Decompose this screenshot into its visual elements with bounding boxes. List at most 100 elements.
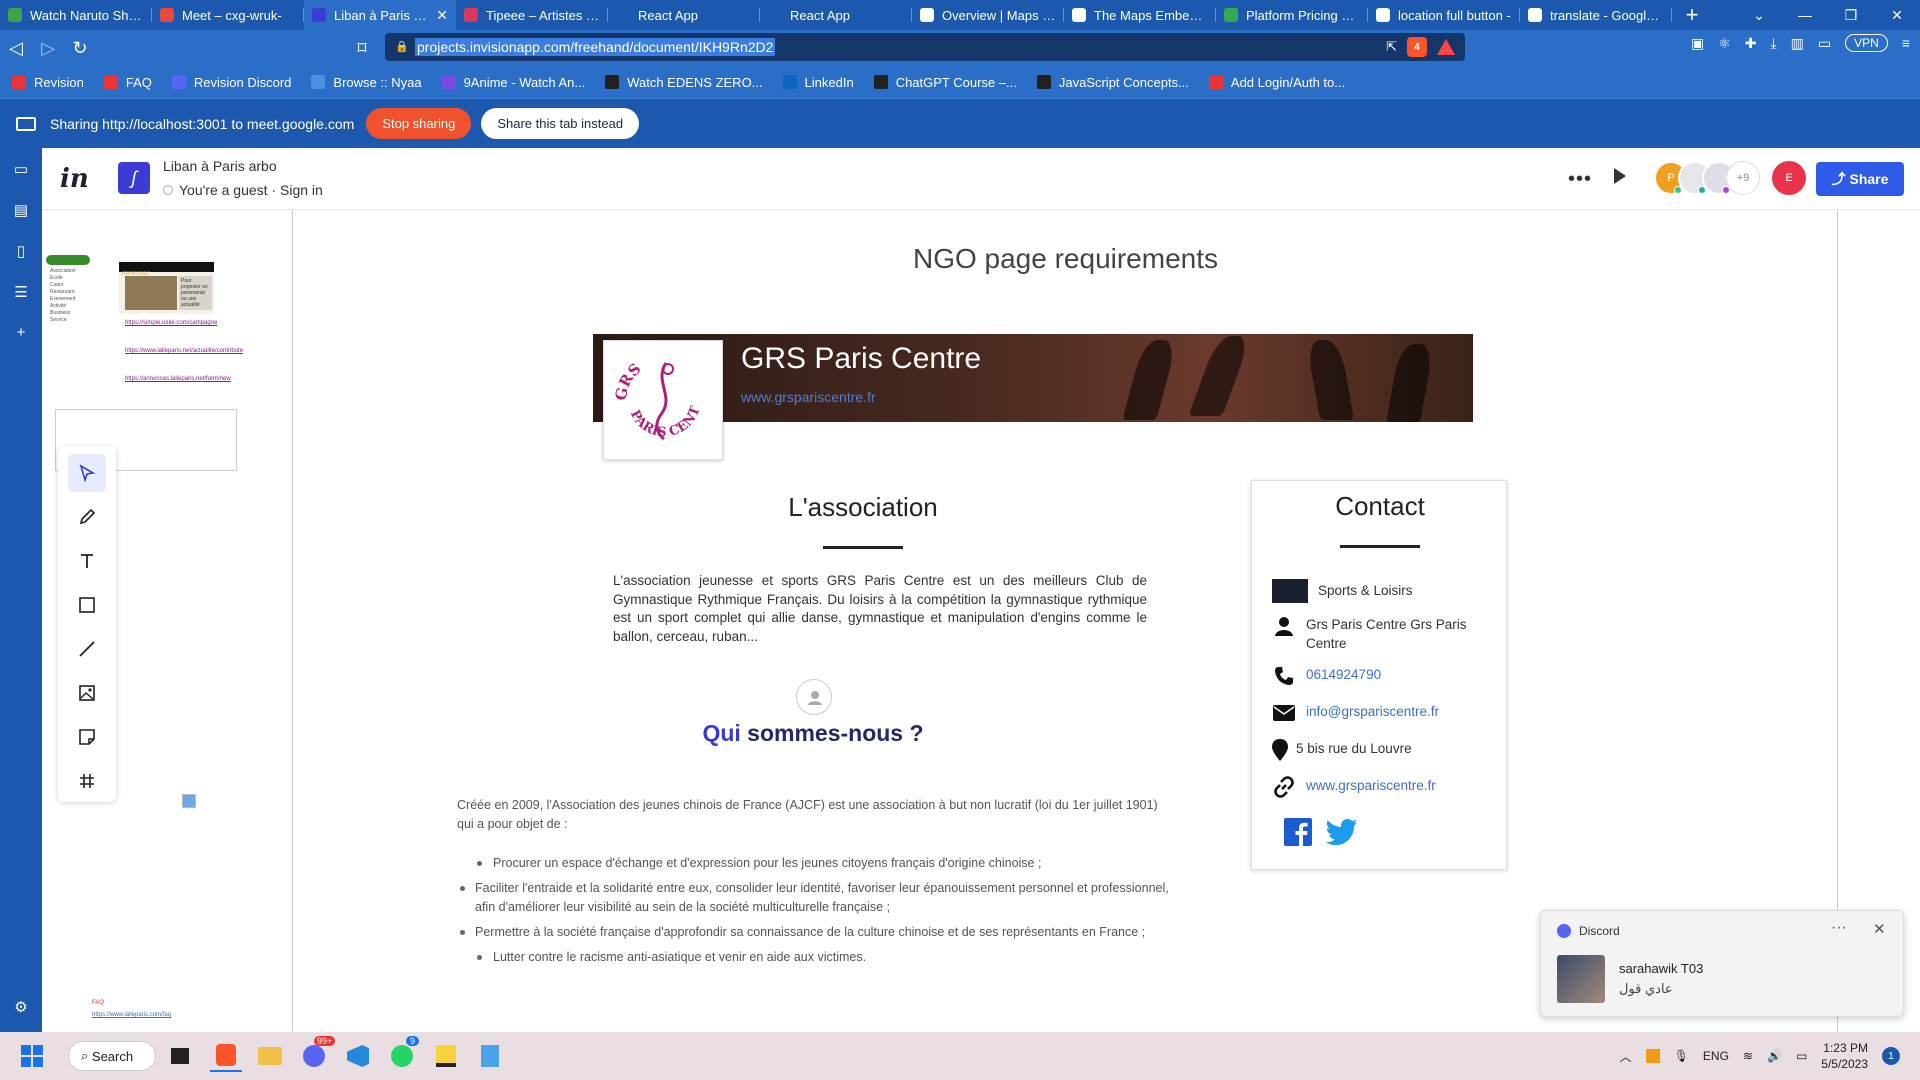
- tab-icon[interactable]: ▭: [1818, 35, 1831, 52]
- brave-icon[interactable]: [210, 1040, 242, 1072]
- wallet-icon[interactable]: ▣: [1691, 35, 1704, 52]
- bookmark-item[interactable]: Revision Discord: [171, 75, 291, 90]
- text-tool[interactable]: [68, 542, 106, 580]
- bookmark-item[interactable]: Watch EDENS ZERO...: [605, 75, 763, 90]
- facebook-icon[interactable]: [1284, 818, 1312, 846]
- more-icon[interactable]: ···: [1831, 919, 1847, 937]
- wallet-icon[interactable]: ▤: [12, 201, 30, 219]
- contact-email[interactable]: info@grspariscentre.fr: [1272, 702, 1439, 724]
- browser-tab[interactable]: Platform Pricing & AP: [1216, 0, 1368, 30]
- sticky-notes-icon[interactable]: [430, 1040, 462, 1072]
- url-text[interactable]: projects.invisionapp.com/freehand/docume…: [415, 38, 776, 56]
- bookmark-icon[interactable]: ⌑: [346, 32, 378, 64]
- close-icon[interactable]: ✕: [1873, 920, 1886, 938]
- browser-tab[interactable]: Overview | Maps Sta: [912, 0, 1064, 30]
- whatsapp-icon[interactable]: 9: [386, 1036, 420, 1072]
- mini-link[interactable]: https://annonces.lalleparis.net/form/new: [125, 376, 231, 382]
- settings-icon[interactable]: ⚙: [12, 998, 30, 1016]
- bookmark-list-icon[interactable]: ▯: [12, 242, 30, 260]
- extensions-icon[interactable]: ✚: [1745, 35, 1757, 52]
- more-avatars-badge[interactable]: +9: [1726, 161, 1760, 195]
- freehand-canvas[interactable]: Association Ecole Cours Restaurant Evenement…: [42, 210, 1920, 1032]
- tray-app-icon[interactable]: [1645, 1049, 1660, 1063]
- microphone-icon[interactable]: 🎙: [1674, 1049, 1689, 1063]
- bookmark-item[interactable]: 9Anime - Watch An...: [441, 75, 585, 90]
- file-explorer-icon[interactable]: [254, 1040, 286, 1072]
- reading-list-icon[interactable]: ☰: [12, 283, 30, 301]
- vscode-icon[interactable]: [342, 1040, 374, 1072]
- vpn-button[interactable]: VPN: [1845, 34, 1888, 52]
- battery-icon[interactable]: ▭: [1796, 1049, 1807, 1063]
- volume-icon[interactable]: 🔊: [1767, 1049, 1782, 1063]
- collaborator-avatars[interactable]: P +9: [1654, 161, 1760, 195]
- address-bar[interactable]: 🔒 projects.invisionapp.com/freehand/docu…: [385, 33, 1465, 61]
- notification-badge[interactable]: 1: [1882, 1047, 1900, 1065]
- website-link[interactable]: www.grspariscentre.fr: [1306, 776, 1436, 795]
- maximize-icon[interactable]: ❐: [1828, 0, 1874, 30]
- new-tab-icon[interactable]: +: [1672, 0, 1712, 30]
- sticky-note-tool[interactable]: [68, 718, 106, 756]
- brave-shields-icon[interactable]: 4: [1407, 37, 1427, 57]
- present-icon[interactable]: [1614, 168, 1626, 184]
- browser-tab[interactable]: The Maps Embed API: [1064, 0, 1216, 30]
- share-button[interactable]: ⤴ Share: [1816, 162, 1904, 196]
- bookmark-item[interactable]: Revision: [12, 75, 84, 90]
- browser-tab[interactable]: Meet – cxg-wruk-: [152, 0, 304, 30]
- browser-tab[interactable]: Tipeee – Artistes & C: [456, 0, 608, 30]
- line-tool[interactable]: [68, 630, 106, 668]
- contact-phone[interactable]: 0614924790: [1272, 665, 1381, 687]
- close-tab-icon[interactable]: ✕: [436, 7, 448, 24]
- browser-tab[interactable]: location full button -: [1368, 0, 1520, 30]
- close-window-icon[interactable]: ✕: [1874, 0, 1920, 30]
- hero-url[interactable]: www.grspariscentre.fr: [741, 389, 876, 405]
- brave-rewards-icon[interactable]: [1437, 39, 1455, 55]
- share-page-icon[interactable]: ⇱: [1386, 39, 1397, 55]
- browser-tab[interactable]: React App: [760, 0, 912, 30]
- bookmark-item[interactable]: LinkedIn: [782, 75, 854, 90]
- bookmark-item[interactable]: FAQ: [103, 75, 152, 90]
- bookmark-item[interactable]: JavaScript Concepts...: [1036, 75, 1189, 90]
- contact-website[interactable]: www.grspariscentre.fr: [1272, 776, 1436, 798]
- chevron-up-icon[interactable]: ︿: [1620, 1048, 1632, 1065]
- menu-icon[interactable]: ≡: [1902, 35, 1910, 51]
- reload-icon[interactable]: ↻: [64, 32, 96, 64]
- bookmark-item[interactable]: ChatGPT Course –...: [873, 75, 1017, 90]
- sidebar-icon[interactable]: ▥: [1791, 35, 1804, 52]
- guest-status[interactable]: You're a guest · Sign in: [163, 182, 323, 198]
- clock[interactable]: 1:23 PM 5/5/2023: [1821, 1040, 1868, 1072]
- mini-faq-link[interactable]: https://www.lalleparis.com/faq: [92, 1012, 171, 1018]
- discord-taskbar-icon[interactable]: 99+: [298, 1036, 336, 1072]
- phone-link[interactable]: 0614924790: [1306, 665, 1381, 684]
- browser-tab[interactable]: Watch Naruto Shippu: [0, 0, 152, 30]
- invision-logo[interactable]: in: [60, 164, 89, 194]
- rectangle-tool[interactable]: [68, 586, 106, 624]
- react-devtools-icon[interactable]: ⚛: [1718, 35, 1731, 52]
- avatar[interactable]: E: [1772, 161, 1806, 195]
- tab-search-icon[interactable]: ⌄: [1736, 0, 1782, 30]
- frame-tool[interactable]: [68, 762, 106, 800]
- task-view-icon[interactable]: [164, 1040, 196, 1072]
- browser-tab[interactable]: React App: [608, 0, 760, 30]
- notepad-icon[interactable]: [474, 1040, 506, 1072]
- taskbar-search[interactable]: ⌕ Search: [68, 1041, 156, 1071]
- wifi-icon[interactable]: ≋: [1743, 1049, 1753, 1063]
- email-link[interactable]: info@grspariscentre.fr: [1306, 702, 1439, 721]
- browser-tab[interactable]: translate - Google Se: [1520, 0, 1672, 30]
- downloads-icon[interactable]: ⤓: [1770, 35, 1776, 52]
- windows-start-icon[interactable]: [16, 1040, 48, 1072]
- video-icon[interactable]: ▭: [12, 160, 30, 178]
- bookmark-item[interactable]: Add Login/Auth to...: [1208, 75, 1345, 90]
- discord-notification[interactable]: Discord ··· ✕ sarahawik T03 عادي قول: [1540, 910, 1904, 1017]
- browser-tab[interactable]: Liban à Paris arbo ✕: [304, 0, 456, 30]
- more-icon[interactable]: •••: [1568, 168, 1592, 191]
- bookmark-item[interactable]: Browse :: Nyaa: [311, 75, 422, 90]
- image-tool[interactable]: [68, 674, 106, 712]
- mini-link[interactable]: https://simple.ulule.com/campagne: [125, 320, 217, 326]
- language-indicator[interactable]: ENG: [1703, 1049, 1729, 1063]
- forward-icon[interactable]: ▷: [32, 32, 64, 64]
- stop-sharing-button[interactable]: Stop sharing: [366, 108, 472, 139]
- minimize-icon[interactable]: —: [1782, 0, 1828, 30]
- document-title[interactable]: Liban à Paris arbo: [163, 158, 277, 174]
- twitter-icon[interactable]: [1326, 818, 1358, 846]
- select-tool[interactable]: [68, 454, 106, 492]
